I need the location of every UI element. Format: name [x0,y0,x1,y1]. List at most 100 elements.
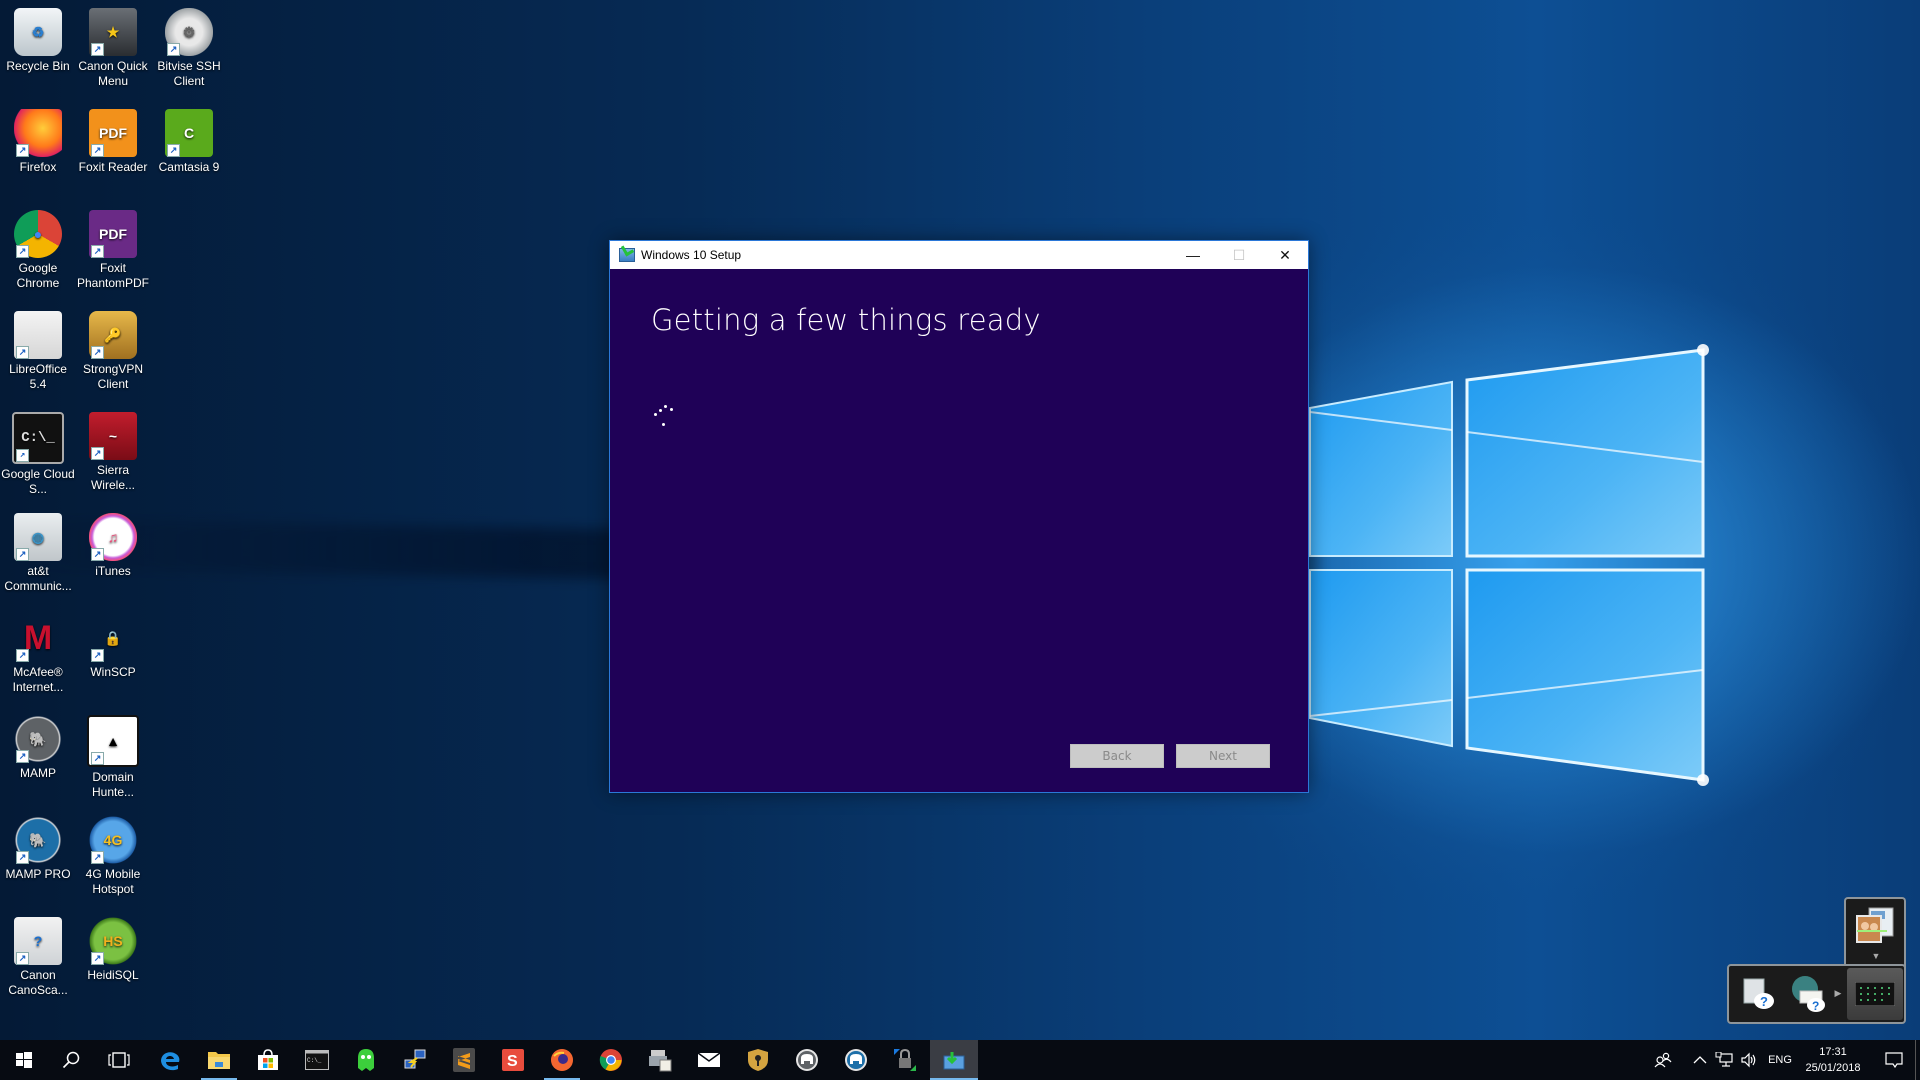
shortcut-arrow-icon: ↗ [91,649,104,662]
taskbar-app-command-prompt[interactable]: C:\_ [293,1040,341,1080]
volume-button[interactable] [1737,1040,1761,1080]
desktop-icon[interactable]: C ↗ Camtasia 9 [151,109,227,175]
desktop-icon[interactable]: PDF ↗ Foxit Reader [75,109,151,175]
desktop-icon[interactable]: ● ↗ Google Chrome [0,210,76,291]
desktop-icon[interactable]: ? ↗ Canon CanoSca... [0,917,76,998]
desktop-icon[interactable]: ↗ LibreOffice 5.4 [0,311,76,392]
desktop-icon[interactable]: 🔒 ↗ WinSCP [75,614,151,680]
desktop-icon-label: Domain Hunte... [91,770,135,799]
foxit-reader-icon: PDF ↗ [89,109,137,157]
clock[interactable]: 17:31 25/01/2018 [1790,1044,1876,1076]
canon-quick-menu-launcher-icon[interactable] [1847,968,1903,1020]
taskbar-app-network-connections[interactable] [391,1040,439,1080]
clock-date: 25/01/2018 [1805,1062,1861,1074]
taskbar-app-snagit[interactable]: S [489,1040,537,1080]
minimize-button[interactable]: — [1170,241,1216,269]
canon-expand-arrow-icon[interactable]: ▼ [1870,951,1882,961]
sublime-text-icon [453,1048,475,1072]
canon-manual-help-icon[interactable]: ? [1739,974,1779,1014]
back-button[interactable]: Back [1070,744,1164,768]
taskbar-app-mamp[interactable] [783,1040,831,1080]
task-view-button[interactable] [95,1040,143,1080]
canon-next-arrow-icon[interactable]: ▶ [1833,986,1843,1000]
desktop-icon-label: Foxit Reader [78,160,148,174]
shortcut-arrow-icon: ↗ [91,447,104,460]
desktop-icon-label: Google Chrome [16,261,60,290]
canon-photo-scan-icon[interactable] [1854,905,1898,945]
libreoffice-icon: ↗ [14,311,62,359]
start-button[interactable] [0,1040,48,1080]
network-button[interactable] [1712,1040,1736,1080]
desktop-icon[interactable]: ▲ ↗ Domain Hunte... [75,715,151,800]
shortcut-arrow-icon: ↗ [91,245,104,258]
taskbar: C:\_ S ENG 17:31 25/01/2018 [0,1040,1920,1080]
taskbar-app-mamp-pro[interactable] [832,1040,880,1080]
desktop-icon[interactable]: C:\_ ↗ Google Cloud S... [0,412,76,497]
clock-time: 17:31 [1819,1046,1847,1058]
close-button[interactable]: ✕ [1262,241,1308,269]
desktop-icon[interactable]: ↗ Firefox [0,109,76,175]
taskbar-app-mail[interactable] [685,1040,733,1080]
shortcut-arrow-icon: ↗ [91,346,104,359]
loading-spinner-icon [650,399,673,426]
desktop-icon[interactable]: 4G ↗ 4G Mobile Hotspot [75,816,151,897]
desktop-icon[interactable]: 🔑 ↗ StrongVPN Client [75,311,151,392]
canon-online-manual-icon[interactable]: ? [1787,972,1831,1016]
mamp-icon: 🐘 ↗ [14,715,62,763]
command-prompt-icon: C:\_ [305,1050,329,1070]
taskbar-app-store[interactable] [244,1040,292,1080]
taskbar-app-edge[interactable] [146,1040,194,1080]
taskbar-app-strongvpn[interactable] [734,1040,782,1080]
title-bar[interactable]: Windows 10 Setup — ☐ ✕ [610,241,1308,269]
taskbar-app-windows-10-setup[interactable] [930,1040,978,1080]
att-icon: ◍ ↗ [14,513,62,561]
chrome-icon [599,1048,623,1072]
desktop-icon[interactable]: ★ ↗ Canon Quick Menu [75,8,151,89]
desktop-icon[interactable]: 🐘 ↗ MAMP PRO [0,816,76,882]
taskbar-app-private-internet-access[interactable] [342,1040,390,1080]
taskbar-app-file-explorer[interactable] [195,1040,243,1080]
desktop-icon[interactable]: ◍ ↗ at&t Communic... [0,513,76,594]
desktop-icon[interactable]: HS ↗ HeidiSQL [75,917,151,983]
desktop-icon-label: MAMP PRO [5,867,71,881]
start-icon [16,1052,32,1068]
camtasia-icon: C ↗ [165,109,213,157]
mamp-pro-icon: 🐘 ↗ [14,816,62,864]
desktop-icon-label: Camtasia 9 [158,160,220,174]
itunes-icon: ♫ ↗ [89,513,137,561]
store-icon [257,1049,279,1071]
desktop-icon[interactable]: ⚙ ↗ Bitvise SSH Client [151,8,227,89]
chrome-icon: ● ↗ [14,210,62,258]
show-desktop-button[interactable] [1915,1040,1916,1080]
winscp-icon: 🔒 ↗ [89,614,137,662]
shortcut-arrow-icon: ↗ [16,750,29,763]
volume-icon [1741,1052,1756,1068]
desktop-icon-label: iTunes [95,564,131,578]
network-connections-icon [403,1048,427,1072]
search-button[interactable] [47,1040,95,1080]
heidisql-icon: HS ↗ [89,917,137,965]
shortcut-arrow-icon: ↗ [16,851,29,864]
desktop-icon[interactable]: 🐘 ↗ MAMP [0,715,76,781]
taskbar-app-sublime-text[interactable] [440,1040,488,1080]
search-icon [62,1051,80,1069]
private-internet-access-icon [355,1048,377,1072]
taskbar-app-canon-scanner[interactable] [636,1040,684,1080]
desktop-icon[interactable]: ♻ Recycle Bin [0,8,76,74]
desktop-icon[interactable]: ~ ↗ Sierra Wirele... [75,412,151,493]
task-view-icon [108,1052,130,1068]
desktop-icon[interactable]: ♫ ↗ iTunes [75,513,151,579]
show-hidden-icons-button[interactable] [1690,1040,1710,1080]
next-button[interactable]: Next [1176,744,1270,768]
shortcut-arrow-icon: ↗ [16,346,29,359]
people-button[interactable] [1648,1040,1678,1080]
taskbar-app-chrome[interactable] [587,1040,635,1080]
shortcut-arrow-icon: ↗ [16,548,29,561]
desktop-icon[interactable]: PDF ↗ Foxit PhantomPDF [75,210,151,291]
taskbar-app-firefox[interactable] [538,1040,586,1080]
desktop-icon[interactable]: M ↗ McAfee® Internet... [0,614,76,695]
shortcut-arrow-icon: ↗ [91,952,104,965]
desktop-icon-label: Bitvise SSH Client [157,59,221,88]
action-center-button[interactable] [1874,1040,1914,1080]
taskbar-app-winscp[interactable] [881,1040,929,1080]
